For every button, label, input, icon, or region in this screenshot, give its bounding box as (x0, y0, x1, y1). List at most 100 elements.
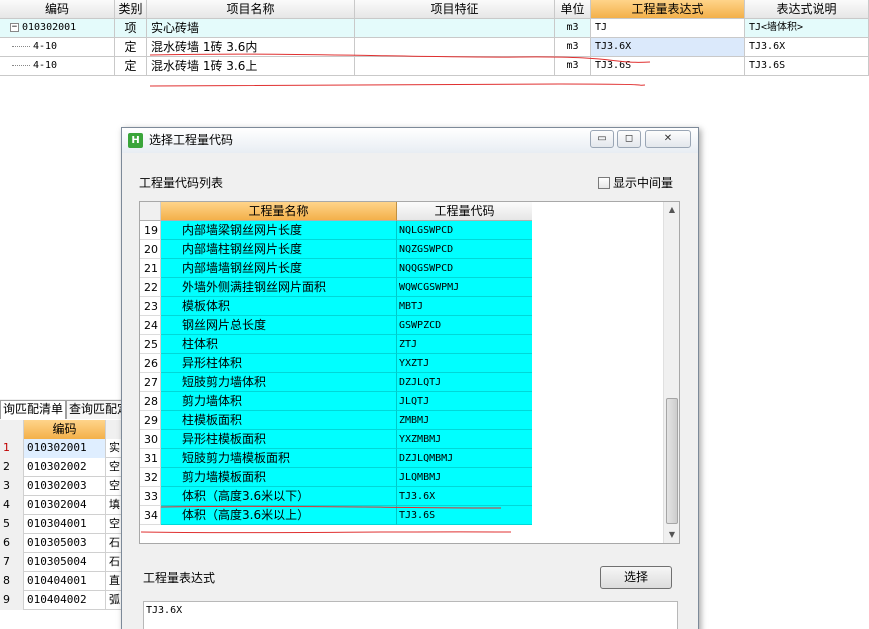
list-item[interactable]: 34 体积（高度3.6米以上） TJ3.6S (140, 506, 663, 525)
quantity-name[interactable]: 内部墙梁钢丝网片长度 (161, 221, 397, 240)
quantity-code[interactable]: ZMBMJ (397, 411, 532, 430)
row-name[interactable]: 实心砖墙 (147, 19, 355, 38)
row-code[interactable]: 010304001 (24, 515, 106, 534)
row-description[interactable]: TJ3.6X (745, 38, 869, 57)
header-feature[interactable]: 项目特征 (355, 0, 555, 19)
header-name[interactable]: 项目名称 (147, 0, 355, 19)
header-expression[interactable]: 工程量表达式 (591, 0, 745, 19)
scroll-up-icon[interactable]: ▲ (664, 202, 679, 218)
row-description[interactable]: TJ3.6S (745, 57, 869, 76)
quantity-name[interactable]: 短肢剪力墙模板面积 (161, 449, 397, 468)
quantity-name[interactable]: 内部墙墙钢丝网片长度 (161, 259, 397, 278)
row-code[interactable]: 010305004 (24, 553, 106, 572)
quantity-code[interactable]: JLQMBMJ (397, 468, 532, 487)
quantity-name[interactable]: 钢丝网片总长度 (161, 316, 397, 335)
list-item[interactable]: 32 剪力墙模板面积 JLQMBMJ (140, 468, 663, 487)
quantity-name[interactable]: 短肢剪力墙体积 (161, 373, 397, 392)
quantity-name[interactable]: 柱体积 (161, 335, 397, 354)
quantity-code[interactable]: GSWPZCD (397, 316, 532, 335)
quantity-code[interactable]: NQLGSWPCD (397, 221, 532, 240)
list-item[interactable]: 21 内部墙墙钢丝网片长度 NQQGSWPCD (140, 259, 663, 278)
table-row[interactable]: 4-10 定 混水砖墙 1砖 3.6上 m3 TJ3.6S TJ3.6S (0, 57, 869, 76)
quantity-code[interactable]: WQWCGSWPMJ (397, 278, 532, 297)
row-name[interactable]: 混水砖墙 1砖 3.6内 (147, 38, 355, 57)
row-code[interactable]: 010305003 (24, 534, 106, 553)
table-row[interactable]: 4-10 定 混水砖墙 1砖 3.6内 m3 TJ3.6X TJ3.6X (0, 38, 869, 57)
header-code[interactable]: 编码 (0, 0, 115, 19)
row-unit[interactable]: m3 (555, 57, 591, 76)
list-item[interactable]: 31 短肢剪力墙模板面积 DZJLQMBMJ (140, 449, 663, 468)
quantity-name[interactable]: 体积（高度3.6米以下） (161, 487, 397, 506)
header-unit[interactable]: 单位 (555, 0, 591, 19)
quantity-code[interactable]: NQZGSWPCD (397, 240, 532, 259)
list-item[interactable]: 7 010305004 石 (0, 553, 140, 572)
close-button[interactable]: ✕ (645, 130, 691, 148)
list-item[interactable]: 23 模板体积 MBTJ (140, 297, 663, 316)
quantity-name[interactable]: 剪力墙模板面积 (161, 468, 397, 487)
quantity-name[interactable]: 异形柱体积 (161, 354, 397, 373)
quantity-code[interactable]: NQQGSWPCD (397, 259, 532, 278)
quantity-name[interactable]: 内部墙柱钢丝网片长度 (161, 240, 397, 259)
row-name[interactable]: 混水砖墙 1砖 3.6上 (147, 57, 355, 76)
header-type[interactable]: 类别 (115, 0, 147, 19)
list-item[interactable]: 28 剪力墙体积 JLQTJ (140, 392, 663, 411)
vertical-scrollbar[interactable]: ▲ ▼ (663, 202, 679, 543)
quantity-code[interactable]: YXZTJ (397, 354, 532, 373)
table-row[interactable]: −010302001 项 实心砖墙 m3 TJ TJ<墙体积> (0, 19, 869, 38)
minimize-button[interactable]: ▭ (590, 130, 614, 148)
row-feature[interactable] (355, 57, 555, 76)
list-item[interactable]: 30 异形柱模板面积 YXZMBMJ (140, 430, 663, 449)
row-expression[interactable]: TJ3.6X (591, 38, 745, 57)
row-description[interactable]: TJ<墙体积> (745, 19, 869, 38)
quantity-name[interactable]: 外墙外侧满挂钢丝网片面积 (161, 278, 397, 297)
row-code-cell[interactable]: 4-10 (0, 38, 115, 57)
quantity-name[interactable]: 异形柱模板面积 (161, 430, 397, 449)
row-type[interactable]: 定 (115, 38, 147, 57)
quantity-code[interactable]: TJ3.6X (397, 487, 532, 506)
quantity-name[interactable]: 体积（高度3.6米以上） (161, 506, 397, 525)
list-item[interactable]: 8 010404001 直 (0, 572, 140, 591)
list-item[interactable]: 33 体积（高度3.6米以下） TJ3.6X (140, 487, 663, 506)
row-code[interactable]: 010404002 (24, 591, 106, 610)
row-code[interactable]: 010302002 (24, 458, 106, 477)
list-item[interactable]: 24 钢丝网片总长度 GSWPZCD (140, 316, 663, 335)
checkbox-icon[interactable] (598, 177, 610, 189)
quantity-code[interactable]: ZTJ (397, 335, 532, 354)
list-item[interactable]: 20 内部墙柱钢丝网片长度 NQZGSWPCD (140, 240, 663, 259)
row-code[interactable]: 010302004 (24, 496, 106, 515)
maximize-button[interactable]: ◻ (617, 130, 641, 148)
tab-query-bill[interactable]: 询匹配清单 (0, 400, 66, 419)
header-quantity-code[interactable]: 工程量代码 (397, 202, 532, 221)
list-item[interactable]: 4 010302004 填 (0, 496, 140, 515)
row-code[interactable]: 010302001 (24, 439, 106, 458)
collapse-icon[interactable]: − (10, 22, 19, 32)
row-code[interactable]: 010302003 (24, 477, 106, 496)
list-item[interactable]: 29 柱模板面积 ZMBMJ (140, 411, 663, 430)
scrollbar-thumb[interactable] (666, 398, 678, 524)
list-item[interactable]: 6 010305003 石 (0, 534, 140, 553)
quantity-name[interactable]: 柱模板面积 (161, 411, 397, 430)
row-feature[interactable] (355, 38, 555, 57)
list-item[interactable]: 25 柱体积 ZTJ (140, 335, 663, 354)
list-item[interactable]: 3 010302003 空 (0, 477, 140, 496)
list-item[interactable]: 1 010302001 实 (0, 439, 140, 458)
list-item[interactable]: 19 内部墙梁钢丝网片长度 NQLGSWPCD (140, 221, 663, 240)
quantity-code[interactable]: MBTJ (397, 297, 532, 316)
list-item[interactable]: 5 010304001 空 (0, 515, 140, 534)
select-button[interactable]: 选择 (600, 566, 672, 589)
row-expression[interactable]: TJ (591, 19, 745, 38)
expression-textarea[interactable]: TJ3.6X (143, 601, 678, 629)
list-item[interactable]: 26 异形柱体积 YXZTJ (140, 354, 663, 373)
scroll-down-icon[interactable]: ▼ (664, 527, 679, 543)
quantity-code[interactable]: DZJLQMBMJ (397, 449, 532, 468)
list-item[interactable]: 2 010302002 空 (0, 458, 140, 477)
header-quantity-name[interactable]: 工程量名称 (161, 202, 397, 221)
row-unit[interactable]: m3 (555, 38, 591, 57)
show-intermediate-label[interactable]: 显示中间量 (613, 176, 673, 190)
row-code-cell[interactable]: 4-10 (0, 57, 115, 76)
row-expression[interactable]: TJ3.6S (591, 57, 745, 76)
quantity-code[interactable]: TJ3.6S (397, 506, 532, 525)
row-code-cell[interactable]: −010302001 (0, 19, 115, 38)
header-description[interactable]: 表达式说明 (745, 0, 869, 19)
quantity-name[interactable]: 模板体积 (161, 297, 397, 316)
